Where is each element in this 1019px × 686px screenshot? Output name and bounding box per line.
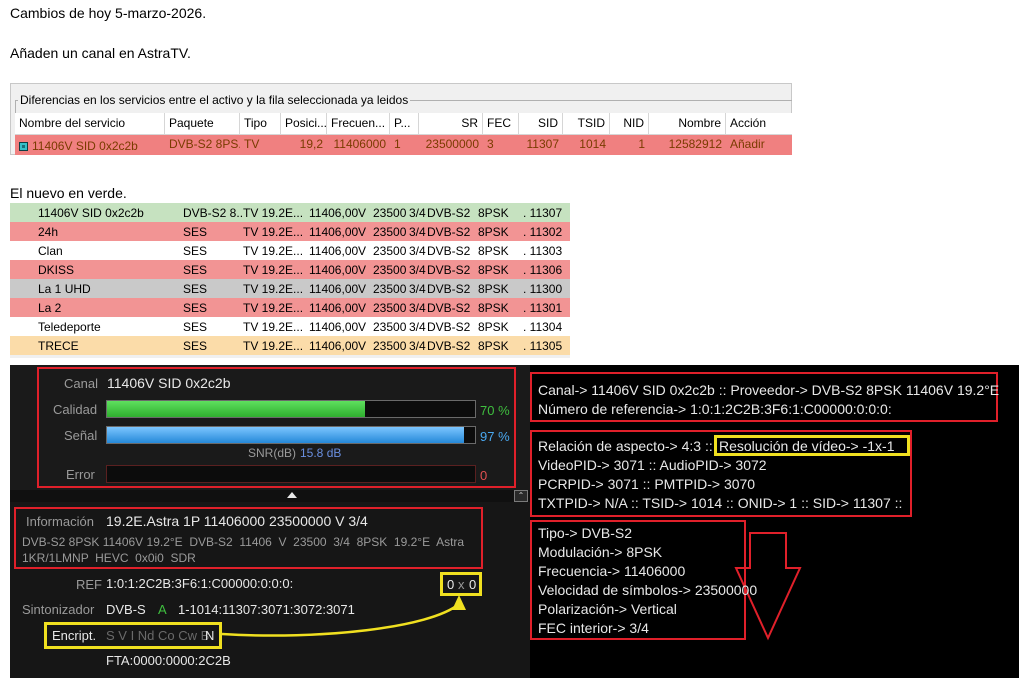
reference-line: Número de referencia-> 1:0:1:2C2B:3F6:1:… <box>538 401 892 417</box>
txt-tsid-line: TXTPID-> N/A :: TSID-> 1014 :: ONID-> 1 … <box>538 495 903 511</box>
fec-line: FEC interior-> 3/4 <box>538 620 649 636</box>
pcr-pmt-pid-line: PCRPID-> 3071 :: PMTPID-> 3070 <box>538 476 756 492</box>
video-resolution-line: Resolución de vídeo-> -1x-1 <box>719 438 895 454</box>
aspect-line: Relación de aspecto-> 4:3 :: <box>538 438 713 454</box>
modulacion-line: Modulación-> 8PSK <box>538 544 663 560</box>
video-audio-pid-line: VideoPID-> 3071 :: AudioPID-> 3072 <box>538 457 767 473</box>
velocidad-line: Velocidad de símbolos-> 23500000 <box>538 582 758 598</box>
canal-provider-line: Canal-> 11406V SID 0x2c2b :: Proveedor->… <box>538 382 1000 398</box>
yellow-arrowhead <box>452 595 466 610</box>
yellow-arrow <box>221 603 460 637</box>
annotation-arrows <box>221 532 802 641</box>
tipo-line: Tipo-> DVB-S2 <box>538 525 633 541</box>
frecuencia-line: Frecuencia-> 11406000 <box>538 563 686 579</box>
polarizacion-line: Polarización-> Vertical <box>538 601 677 617</box>
